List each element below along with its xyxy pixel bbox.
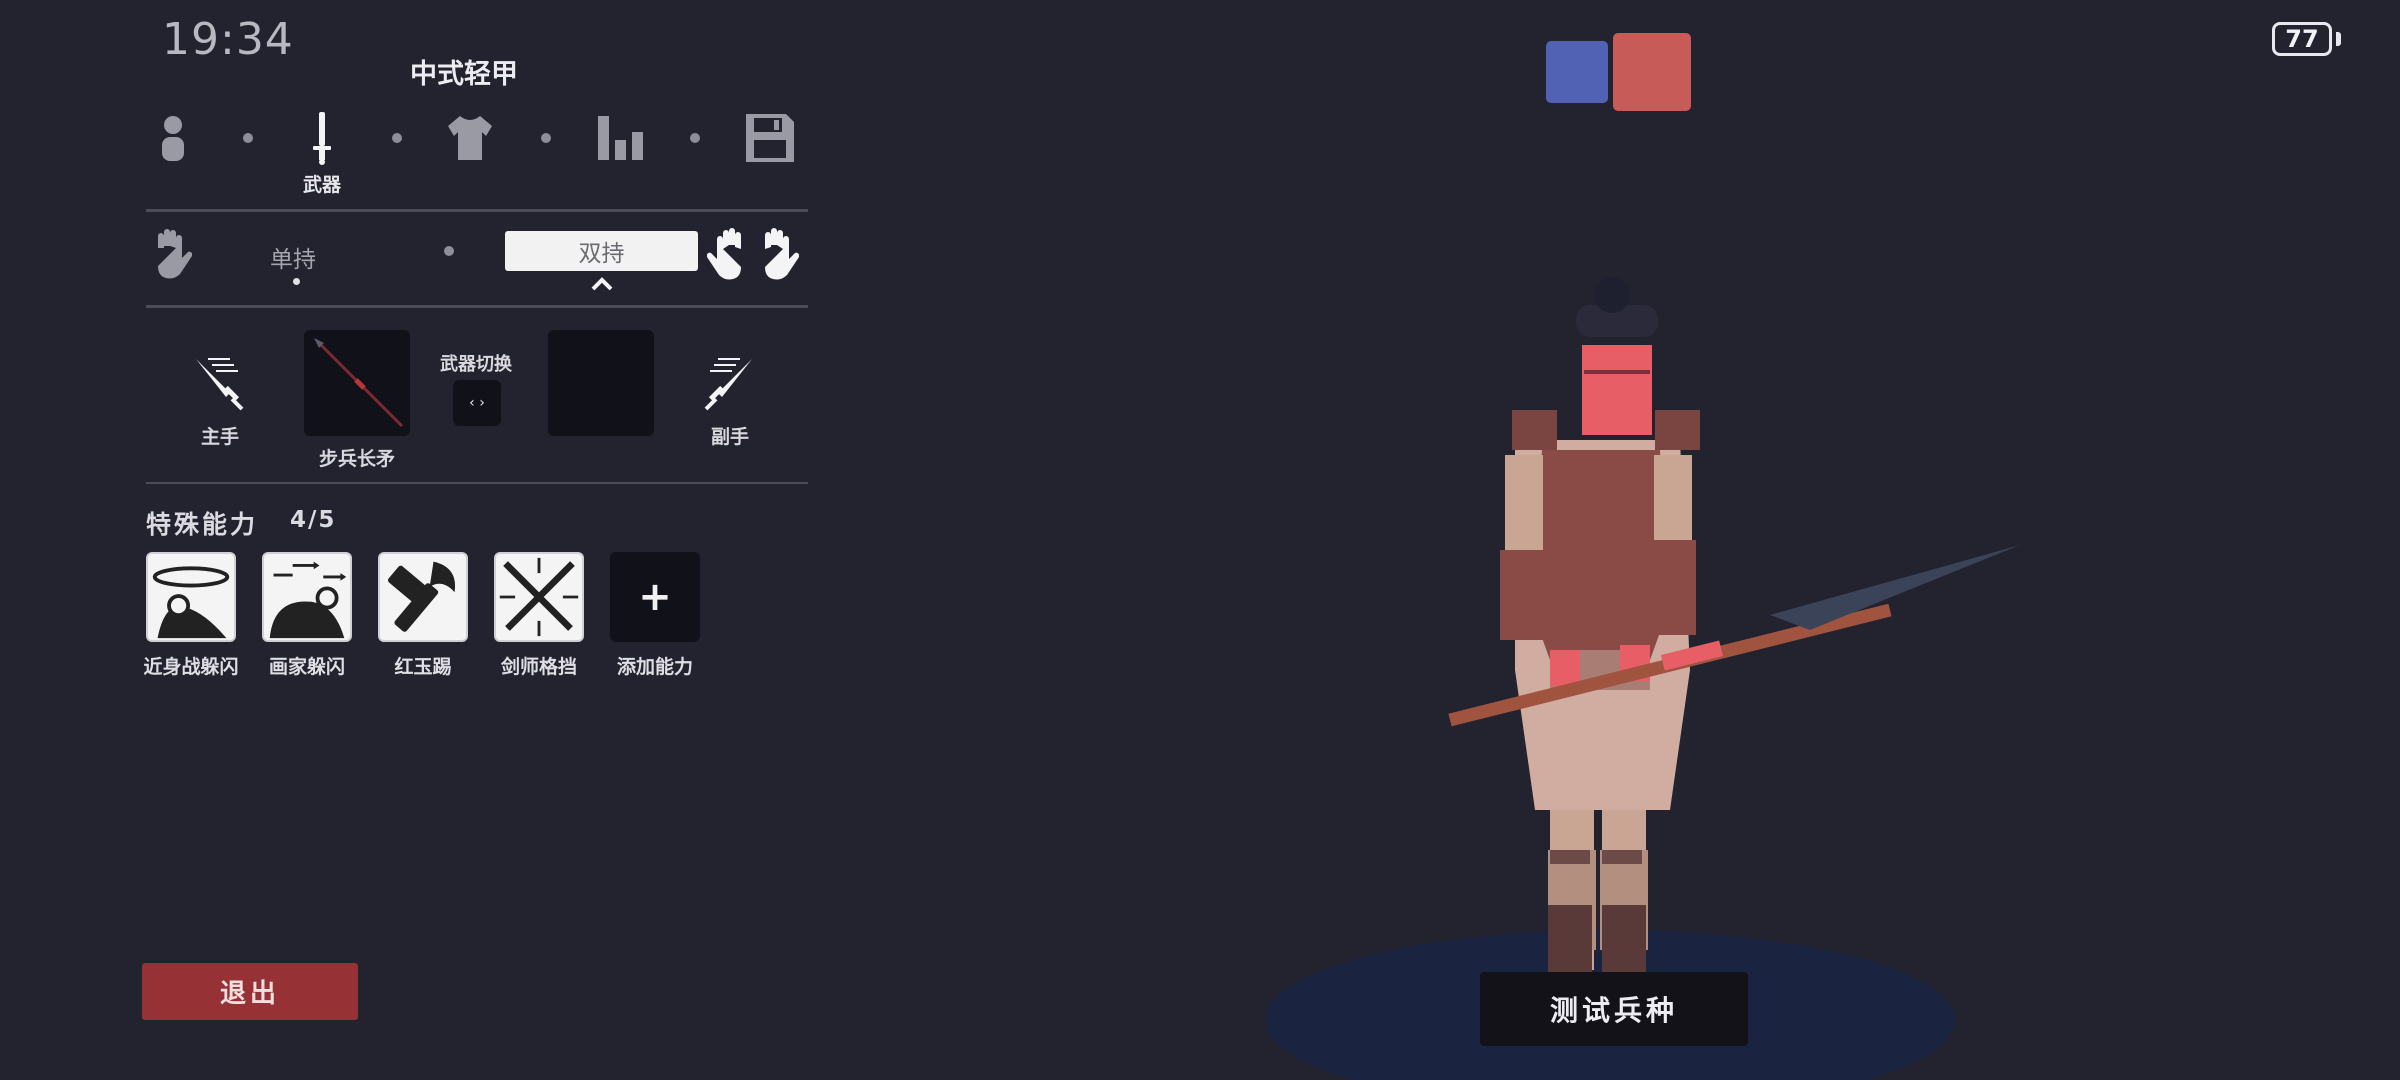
sword-icon <box>313 112 331 165</box>
main-hand-icon <box>196 358 244 411</box>
tab-weapons[interactable] <box>292 108 352 168</box>
divider <box>146 209 808 212</box>
battery-tip <box>2336 32 2341 46</box>
grip-single-indicator <box>293 278 300 285</box>
ability-melee-dodge[interactable] <box>146 552 236 642</box>
ability-label: 近身战躲闪 <box>143 656 239 678</box>
save-icon <box>746 114 794 162</box>
ability-label: 画家躲闪 <box>268 656 345 678</box>
team-red-button[interactable] <box>1613 33 1691 111</box>
off-hand-icon <box>704 358 752 411</box>
tab-separator <box>690 133 700 143</box>
add-ability-button[interactable]: + <box>610 552 700 642</box>
swordmaster-parry-icon <box>499 557 579 637</box>
ruby-kick-icon <box>387 561 456 632</box>
shirt-icon <box>448 116 492 160</box>
chevron-up-icon <box>591 277 613 291</box>
two-hands-icon <box>707 228 799 280</box>
ability-painter-dodge[interactable] <box>262 552 352 642</box>
painter-dodge-icon <box>269 561 347 639</box>
battery-indicator: 77 <box>2272 22 2332 56</box>
person-icon <box>162 116 184 161</box>
ability-label: 红玉踢 <box>394 656 452 678</box>
status-time: 19:34 <box>162 14 294 65</box>
test-unit-button[interactable]: 测试兵种 <box>1480 972 1748 1046</box>
grip-separator <box>444 246 454 256</box>
tab-clothing[interactable] <box>440 108 500 168</box>
tab-save[interactable] <box>740 108 800 168</box>
tab-separator <box>541 133 551 143</box>
single-hand-icon <box>158 229 192 279</box>
add-ability-label: 添加能力 <box>616 656 693 678</box>
off-hand-slot[interactable] <box>548 330 654 436</box>
exit-button[interactable]: 退出 <box>142 963 358 1020</box>
tab-stats[interactable] <box>591 108 651 168</box>
abilities-count: 4/5 <box>290 507 337 533</box>
main-hand-label: 主手 <box>200 426 239 448</box>
melee-dodge-icon <box>152 566 230 639</box>
unit-preview <box>1265 277 2020 1080</box>
weapon-switch-label: 武器切换 <box>440 354 512 375</box>
spear-icon <box>314 338 404 428</box>
divider <box>146 305 808 308</box>
tab-appearance[interactable] <box>143 108 203 168</box>
unit-name: 中式轻甲 <box>410 59 518 90</box>
tab-separator <box>243 133 253 143</box>
grip-dual-option[interactable]: 双持 <box>505 231 698 271</box>
swap-arrows-icon: ‹ › <box>469 395 485 411</box>
weapon-switch-button[interactable]: ‹ › <box>453 380 501 426</box>
ability-swordmaster-parry[interactable] <box>494 552 584 642</box>
tab-weapons-label: 武器 <box>302 174 341 196</box>
abilities-title: 特殊能力 <box>146 510 259 539</box>
divider <box>146 482 808 484</box>
ability-ruby-kick[interactable] <box>378 552 468 642</box>
plus-icon: + <box>638 574 672 620</box>
main-weapon-slot[interactable] <box>304 330 410 436</box>
off-hand-label: 副手 <box>710 426 749 448</box>
tab-separator <box>392 133 402 143</box>
main-weapon-name: 步兵长矛 <box>318 448 395 470</box>
stats-icon <box>598 116 643 160</box>
ability-label: 剑师格挡 <box>500 656 577 678</box>
team-blue-button[interactable] <box>1546 41 1608 103</box>
grip-single-option[interactable]: 单持 <box>270 240 316 274</box>
